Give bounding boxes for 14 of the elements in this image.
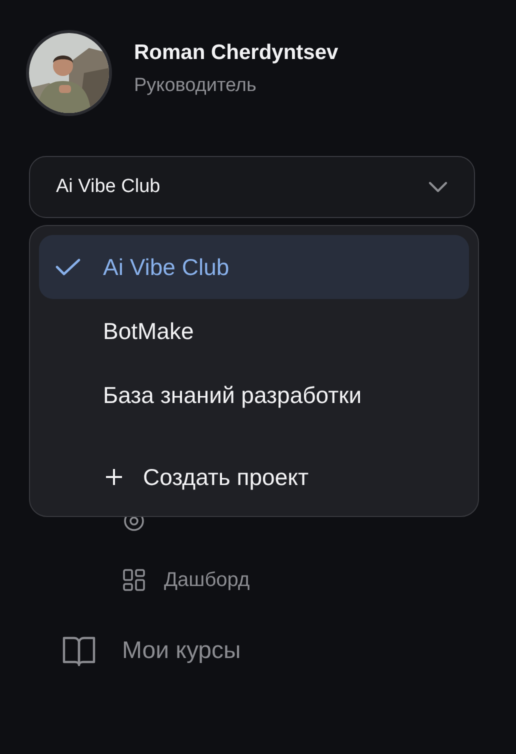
user-role: Руководитель <box>134 75 258 97</box>
book-icon <box>62 635 96 667</box>
create-project-button[interactable]: Создать проект <box>39 447 469 507</box>
chevron-down-icon <box>428 181 448 193</box>
project-option[interactable]: Ai Vibe Club <box>39 235 469 299</box>
nav-item[interactable]: Дашборд <box>164 568 250 592</box>
nav-item[interactable]: Мои курсы <box>122 637 241 665</box>
plus-icon <box>105 468 123 486</box>
check-icon <box>55 257 81 277</box>
grid-icon <box>122 568 146 592</box>
user-name: Roman Cherdyntsev <box>134 41 338 65</box>
project-select[interactable]: Ai Vibe Club <box>29 156 475 218</box>
project-option[interactable]: База знаний разработки <box>39 363 469 427</box>
project-option[interactable]: BotMake <box>39 299 469 363</box>
